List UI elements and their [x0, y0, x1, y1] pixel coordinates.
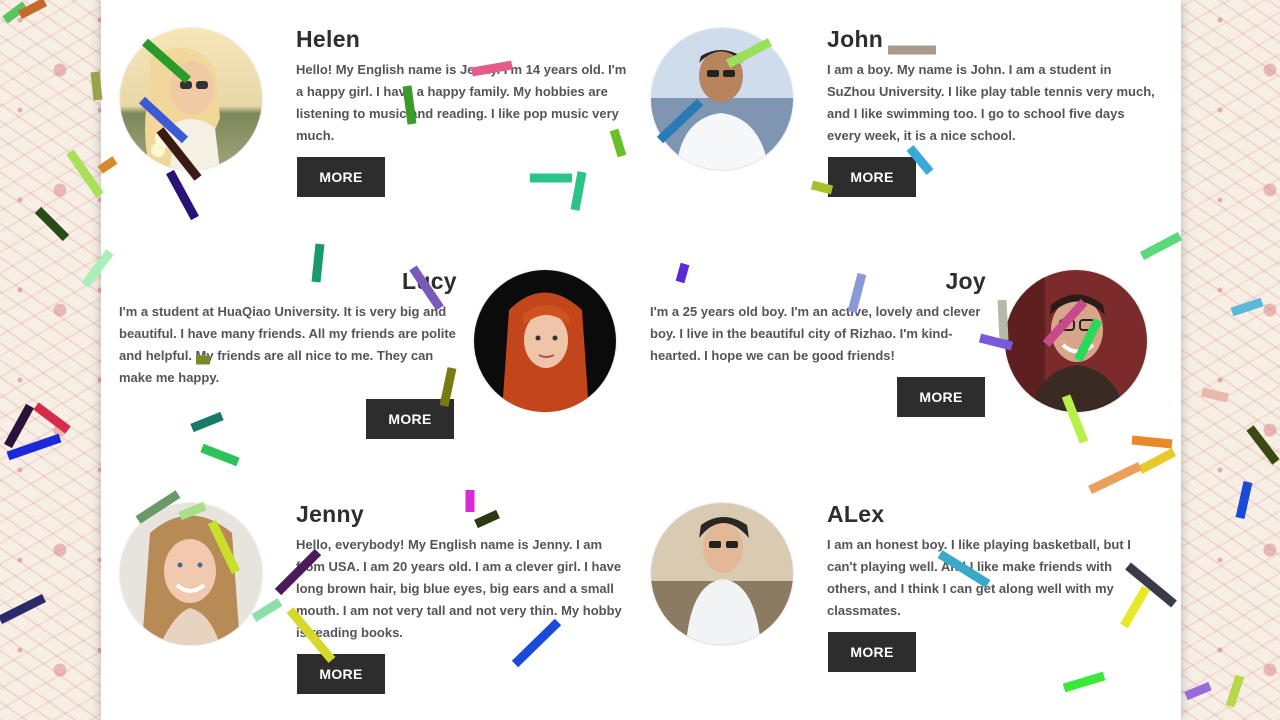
avatar-jenny — [120, 503, 262, 645]
more-button-jenny[interactable]: MORE — [297, 654, 385, 694]
profile-name: Lucy — [402, 268, 457, 294]
avatar-lucy — [474, 270, 616, 412]
profile-bio: I'm a 25 years old boy. I'm an active, l… — [650, 304, 981, 363]
profile-name: Helen — [296, 26, 361, 52]
more-button-john[interactable]: MORE — [828, 157, 916, 197]
avatar-alex — [651, 503, 793, 645]
profiles-panel: Helen Hello! My English name is Jenny. I… — [101, 0, 1181, 720]
profile-name: ALex — [827, 501, 885, 527]
profile-bio: Hello, everybody! My English name is Jen… — [296, 537, 622, 640]
more-button-lucy[interactable]: MORE — [366, 399, 454, 439]
avatar-joy — [1005, 270, 1147, 412]
profile-name: Jenny — [296, 501, 364, 527]
man-with-sunglasses-portrait — [651, 28, 793, 170]
avatar-john — [651, 28, 793, 170]
blonde-woman-smiling-portrait — [120, 503, 262, 645]
profile-bio: I am an honest boy. I like playing baske… — [827, 537, 1131, 618]
profile-bio: Hello! My English name is Jenny. I'm 14 … — [296, 62, 627, 143]
profile-name: Joy — [945, 268, 986, 294]
woman-with-sunglasses-portrait — [120, 28, 262, 170]
young-man-with-sunglasses-portrait — [651, 503, 793, 645]
profile-name: John — [827, 26, 884, 52]
more-button-joy[interactable]: MORE — [897, 377, 985, 417]
smiling-man-with-glasses-portrait — [1005, 270, 1147, 412]
red-haired-woman-portrait — [474, 270, 616, 412]
more-button-helen[interactable]: MORE — [297, 157, 385, 197]
more-button-alex[interactable]: MORE — [828, 632, 916, 672]
profile-bio: I am a boy. My name is John. I am a stud… — [827, 62, 1155, 143]
avatar-helen — [120, 28, 262, 170]
profile-bio: I'm a student at HuaQiao University. It … — [119, 304, 456, 385]
